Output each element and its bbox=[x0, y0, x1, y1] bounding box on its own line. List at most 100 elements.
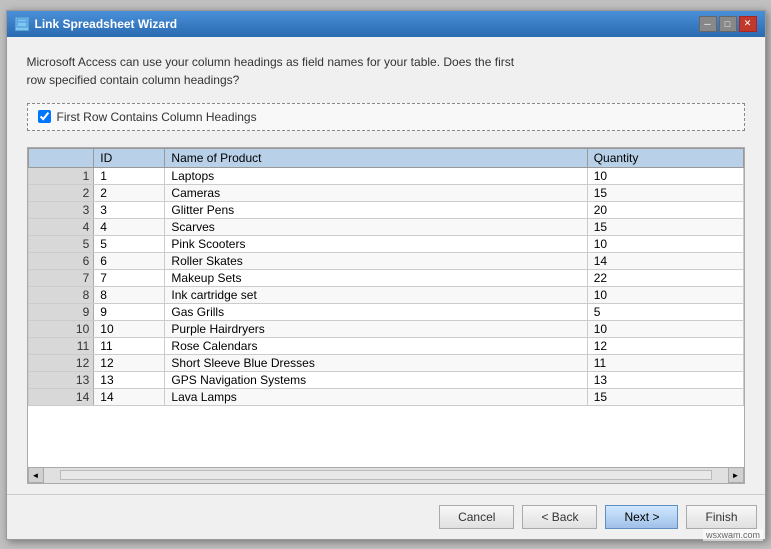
cell-qty: 20 bbox=[587, 201, 743, 218]
cell-qty: 5 bbox=[587, 303, 743, 320]
col-header-name: Name of Product bbox=[165, 148, 587, 167]
data-table: ID Name of Product Quantity 1 1 Laptops … bbox=[28, 148, 744, 406]
cell-rownum: 1 bbox=[28, 167, 94, 184]
table-row: 10 10 Purple Hairdryers 10 bbox=[28, 320, 743, 337]
cell-rownum: 3 bbox=[28, 201, 94, 218]
table-row: 9 9 Gas Grills 5 bbox=[28, 303, 743, 320]
table-row: 5 5 Pink Scooters 10 bbox=[28, 235, 743, 252]
cell-qty: 11 bbox=[587, 354, 743, 371]
table-row: 11 11 Rose Calendars 12 bbox=[28, 337, 743, 354]
cell-rownum: 13 bbox=[28, 371, 94, 388]
cell-id: 13 bbox=[94, 371, 165, 388]
table-scroll-area[interactable]: ID Name of Product Quantity 1 1 Laptops … bbox=[28, 148, 744, 467]
horizontal-scrollbar[interactable]: ◄ ► bbox=[28, 467, 744, 483]
cell-name: Pink Scooters bbox=[165, 235, 587, 252]
table-row: 4 4 Scarves 15 bbox=[28, 218, 743, 235]
wizard-content: Microsoft Access can use your column hea… bbox=[7, 37, 765, 494]
cell-id: 2 bbox=[94, 184, 165, 201]
cell-rownum: 9 bbox=[28, 303, 94, 320]
cell-name: Short Sleeve Blue Dresses bbox=[165, 354, 587, 371]
cell-id: 5 bbox=[94, 235, 165, 252]
cell-name: Gas Grills bbox=[165, 303, 587, 320]
cell-id: 10 bbox=[94, 320, 165, 337]
col-header-rownum bbox=[28, 148, 94, 167]
description-line2: row specified contain column headings? bbox=[27, 73, 240, 87]
cell-rownum: 6 bbox=[28, 252, 94, 269]
main-window: Link Spreadsheet Wizard ─ □ ✕ Microsoft … bbox=[6, 10, 766, 540]
finish-button[interactable]: Finish bbox=[686, 505, 756, 529]
checkbox-label: First Row Contains Column Headings bbox=[57, 110, 257, 124]
title-bar-left: Link Spreadsheet Wizard bbox=[15, 17, 178, 31]
cell-rownum: 4 bbox=[28, 218, 94, 235]
cell-qty: 15 bbox=[587, 218, 743, 235]
title-bar: Link Spreadsheet Wizard ─ □ ✕ bbox=[7, 11, 765, 37]
col-header-qty: Quantity bbox=[587, 148, 743, 167]
cell-id: 3 bbox=[94, 201, 165, 218]
cell-id: 12 bbox=[94, 354, 165, 371]
checkbox-container: First Row Contains Column Headings bbox=[27, 103, 745, 131]
close-button[interactable]: ✕ bbox=[739, 16, 757, 32]
cell-id: 6 bbox=[94, 252, 165, 269]
description-line1: Microsoft Access can use your column hea… bbox=[27, 55, 515, 69]
table-header-row: ID Name of Product Quantity bbox=[28, 148, 743, 167]
back-button[interactable]: < Back bbox=[522, 505, 597, 529]
wizard-footer: Cancel < Back Next > Finish bbox=[7, 494, 765, 539]
data-table-container: ID Name of Product Quantity 1 1 Laptops … bbox=[27, 147, 745, 484]
table-row: 3 3 Glitter Pens 20 bbox=[28, 201, 743, 218]
table-row: 14 14 Lava Lamps 15 bbox=[28, 388, 743, 405]
cancel-button[interactable]: Cancel bbox=[439, 505, 514, 529]
cell-name: GPS Navigation Systems bbox=[165, 371, 587, 388]
maximize-button[interactable]: □ bbox=[719, 16, 737, 32]
cell-qty: 15 bbox=[587, 184, 743, 201]
col-header-id: ID bbox=[94, 148, 165, 167]
scroll-left-btn[interactable]: ◄ bbox=[28, 467, 44, 483]
window-title: Link Spreadsheet Wizard bbox=[35, 17, 178, 31]
cell-name: Ink cartridge set bbox=[165, 286, 587, 303]
cell-qty: 15 bbox=[587, 388, 743, 405]
cell-name: Glitter Pens bbox=[165, 201, 587, 218]
table-row: 6 6 Roller Skates 14 bbox=[28, 252, 743, 269]
cell-name: Laptops bbox=[165, 167, 587, 184]
cell-rownum: 10 bbox=[28, 320, 94, 337]
cell-qty: 10 bbox=[587, 286, 743, 303]
scroll-h-track[interactable] bbox=[60, 470, 712, 480]
cell-name: Purple Hairdryers bbox=[165, 320, 587, 337]
cell-id: 1 bbox=[94, 167, 165, 184]
wizard-description: Microsoft Access can use your column hea… bbox=[27, 53, 745, 89]
cell-id: 8 bbox=[94, 286, 165, 303]
watermark: wsxwam.com bbox=[703, 529, 763, 541]
table-row: 1 1 Laptops 10 bbox=[28, 167, 743, 184]
cell-rownum: 11 bbox=[28, 337, 94, 354]
cell-rownum: 5 bbox=[28, 235, 94, 252]
scroll-right-btn[interactable]: ► bbox=[728, 467, 744, 483]
cell-id: 4 bbox=[94, 218, 165, 235]
cell-name: Roller Skates bbox=[165, 252, 587, 269]
cell-name: Rose Calendars bbox=[165, 337, 587, 354]
first-row-checkbox[interactable] bbox=[38, 110, 51, 123]
minimize-button[interactable]: ─ bbox=[699, 16, 717, 32]
cell-qty: 22 bbox=[587, 269, 743, 286]
cell-rownum: 2 bbox=[28, 184, 94, 201]
cell-name: Cameras bbox=[165, 184, 587, 201]
cell-qty: 10 bbox=[587, 167, 743, 184]
cell-name: Lava Lamps bbox=[165, 388, 587, 405]
cell-id: 11 bbox=[94, 337, 165, 354]
cell-rownum: 14 bbox=[28, 388, 94, 405]
cell-rownum: 7 bbox=[28, 269, 94, 286]
cell-rownum: 8 bbox=[28, 286, 94, 303]
cell-qty: 10 bbox=[587, 320, 743, 337]
cell-id: 7 bbox=[94, 269, 165, 286]
cell-id: 9 bbox=[94, 303, 165, 320]
cell-rownum: 12 bbox=[28, 354, 94, 371]
cell-qty: 12 bbox=[587, 337, 743, 354]
table-row: 2 2 Cameras 15 bbox=[28, 184, 743, 201]
next-button[interactable]: Next > bbox=[605, 505, 678, 529]
window-icon bbox=[15, 17, 29, 31]
cell-qty: 10 bbox=[587, 235, 743, 252]
table-row: 8 8 Ink cartridge set 10 bbox=[28, 286, 743, 303]
table-row: 7 7 Makeup Sets 22 bbox=[28, 269, 743, 286]
cell-name: Scarves bbox=[165, 218, 587, 235]
cell-qty: 14 bbox=[587, 252, 743, 269]
cell-name: Makeup Sets bbox=[165, 269, 587, 286]
table-row: 12 12 Short Sleeve Blue Dresses 11 bbox=[28, 354, 743, 371]
